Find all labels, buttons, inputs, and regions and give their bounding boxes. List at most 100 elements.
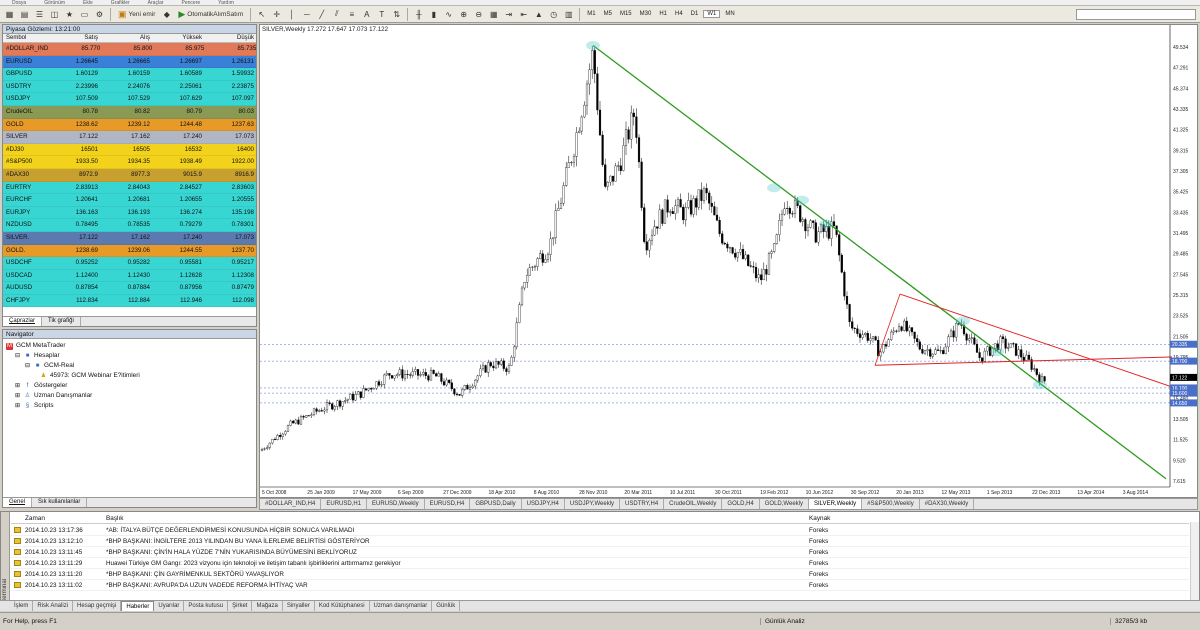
search-input[interactable]: [1076, 9, 1196, 20]
navigator-button[interactable]: ★: [63, 8, 76, 21]
tree-root[interactable]: M GCM MetaTrader: [6, 341, 253, 351]
horizontal-line-tool[interactable]: ─: [300, 8, 313, 21]
tree-server[interactable]: ⊟ ■ GCM-Real: [6, 361, 253, 371]
market-watch-row[interactable]: SILVER. 17.122 17.162 17.240 17.073: [3, 231, 256, 245]
autoscroll-button[interactable]: ⇥: [502, 8, 515, 21]
timeframe-w1[interactable]: W1: [703, 10, 721, 18]
market-watch-row[interactable]: AUDUSD 0.87854 0.87884 0.87956 0.87479: [3, 282, 256, 295]
chart-tab[interactable]: GOLD,Weekly: [760, 499, 809, 509]
arrows-tool[interactable]: ⇅: [390, 8, 403, 21]
terminal-tab[interactable]: Haberler: [121, 601, 155, 611]
market-watch-row[interactable]: EURCHF 1.20641 1.20681 1.20655 1.20555: [3, 194, 256, 207]
autotrade-button[interactable]: ▶ OtomatikAlımSatım: [175, 8, 246, 21]
chart-tab[interactable]: EURUSD,H4: [425, 499, 471, 509]
metaeditor-button[interactable]: ◆: [160, 8, 173, 21]
tree-accounts[interactable]: ⊟ ■ Hesaplar: [6, 351, 253, 361]
market-watch-row[interactable]: #DAX30 8972.9 8977.3 9015.9 8916.9: [3, 168, 256, 182]
col-title[interactable]: Başlık: [106, 514, 809, 523]
tree-account[interactable]: ♟ 45973: GCM Webinar E?itimleri: [6, 371, 253, 381]
tab-crosses[interactable]: Çaprazlar: [3, 317, 43, 326]
chart-tab[interactable]: #DOLLAR_IND,H4: [260, 499, 322, 509]
timeframe-d1[interactable]: D1: [688, 11, 702, 17]
terminal-tab[interactable]: Mağaza: [252, 601, 283, 611]
menu-view[interactable]: Görünüm: [44, 0, 65, 5]
profiles-button[interactable]: ▤: [18, 8, 31, 21]
zoom-out-icon[interactable]: ⊖: [472, 8, 485, 21]
col-bid[interactable]: Satış: [49, 34, 101, 42]
terminal-tab[interactable]: Kod Kütüphanesi: [315, 601, 370, 611]
col-time[interactable]: Zaman: [11, 514, 106, 523]
terminal-tab[interactable]: Günlük: [432, 601, 461, 611]
market-watch-row[interactable]: GOLD 1238.62 1239.12 1244.48 1237.63: [3, 118, 256, 132]
chart-shift-button[interactable]: ⇤: [517, 8, 530, 21]
chart-tab[interactable]: GBPUSD,Daily: [470, 499, 522, 509]
tab-general[interactable]: Genel: [3, 498, 33, 507]
market-watch-row[interactable]: EURTRY 2.83913 2.84043 2.84527 2.83603: [3, 181, 256, 195]
tab-tick-chart[interactable]: Tik grafiği: [42, 317, 81, 326]
chart-tab[interactable]: CrudeOIL,Weekly: [664, 499, 723, 509]
market-watch-row[interactable]: USDJPY 107.509 107.529 107.629 107.097: [3, 93, 256, 106]
market-watch-row[interactable]: EURJPY 136.163 136.193 136.274 135.198: [3, 206, 256, 220]
tab-favorites[interactable]: Sık kullanılanlar: [32, 498, 88, 507]
vertical-line-tool[interactable]: │: [285, 8, 298, 21]
channel-tool[interactable]: ⫽: [330, 8, 343, 21]
timeframe-m30[interactable]: M30: [637, 11, 655, 17]
chart-tab[interactable]: USDJPY,Weekly: [565, 499, 621, 509]
text-tool[interactable]: A: [360, 8, 373, 21]
data-window-button[interactable]: ◫: [48, 8, 61, 21]
chart-tab[interactable]: EURUSD,H1: [321, 499, 368, 509]
news-row[interactable]: 2014.10.23 13:17:36 *AB: İTALYA BÜTÇE DEĞ…: [11, 525, 1189, 536]
chart-tab[interactable]: USDJPY,H4: [522, 499, 565, 509]
market-watch-row[interactable]: #S&P500 1933.50 1934.35 1938.49 1922.00: [3, 156, 256, 169]
tree-experts[interactable]: ⊞ ♙ Uzman Danışmanlar: [6, 391, 253, 401]
label-tool[interactable]: T: [375, 8, 388, 21]
market-watch-row[interactable]: CHFJPY 112.834 112.884 112.946 112.098: [3, 294, 256, 308]
terminal-button[interactable]: ▭: [78, 8, 91, 21]
news-row[interactable]: 2014.10.23 13:12:10 *BHP BAŞKANI: İNGİLTE…: [11, 536, 1189, 547]
chart-tab[interactable]: SILVER,Weekly: [809, 499, 863, 509]
market-watch-row[interactable]: EURUSD 1.26645 1.26665 1.26697 1.26131: [3, 55, 256, 69]
menu-charts[interactable]: Grafikler: [111, 0, 130, 5]
new-order-button[interactable]: ▣ Yeni emir: [115, 8, 158, 21]
tile-windows-button[interactable]: ▦: [487, 8, 500, 21]
col-ask[interactable]: Alış: [101, 34, 153, 42]
timeframe-h1[interactable]: H1: [656, 11, 670, 17]
chart-tab[interactable]: USDTRY,H4: [620, 499, 665, 509]
terminal-tab[interactable]: Sinyaller: [283, 601, 315, 611]
news-row[interactable]: 2014.10.23 13:11:45 *BHP BAŞKANI: ÇİN'İN …: [11, 547, 1189, 558]
chart-tab[interactable]: #S&P500,Weekly: [862, 499, 920, 509]
indicators-button[interactable]: ▲: [532, 8, 545, 21]
market-watch-row[interactable]: SILVER 17.122 17.162 17.240 17.073: [3, 131, 256, 144]
news-scrollbar[interactable]: [1190, 522, 1199, 610]
price-chart[interactable]: 49.534 47.291 45.374 43.335 41.325 39.315 37.3…: [260, 25, 1197, 497]
market-watch-button[interactable]: ☰: [33, 8, 46, 21]
timeframe-mn[interactable]: MN: [722, 11, 737, 17]
menu-tools[interactable]: Araçlar: [148, 0, 164, 5]
timeframe-m5[interactable]: M5: [601, 11, 615, 17]
trendline-tool[interactable]: ╱: [315, 8, 328, 21]
terminal-tab[interactable]: Uzman danışmanlar: [370, 601, 433, 611]
menu-window[interactable]: Pencere: [182, 0, 201, 5]
line-chart-button[interactable]: ∿: [442, 8, 455, 21]
templates-button[interactable]: ▥: [562, 8, 575, 21]
terminal-tab[interactable]: Hesap geçmişi: [73, 601, 122, 611]
col-high[interactable]: Yüksek: [153, 34, 205, 42]
market-watch-row[interactable]: USDTRY 2.23996 2.24076 2.25061 2.23875: [3, 80, 256, 94]
menu-insert[interactable]: Ekle: [83, 0, 93, 5]
market-watch-row[interactable]: GBPUSD 1.60129 1.60159 1.60589 1.59932: [3, 68, 256, 81]
chart-tab[interactable]: #DAX30,Weekly: [920, 499, 975, 509]
news-row[interactable]: 2014.10.23 13:11:02 *BHP BAŞKANI: AVRUPA'…: [11, 580, 1189, 591]
candlestick-button[interactable]: ▮: [427, 8, 440, 21]
news-row[interactable]: 2014.10.23 13:11:20 *BHP BAŞKANI: ÇİN GAY…: [11, 569, 1189, 580]
terminal-tab[interactable]: Şirket: [228, 601, 253, 611]
chart-tab[interactable]: GOLD,H4: [722, 499, 760, 509]
chart-tab[interactable]: EURUSD,Weekly: [367, 499, 425, 509]
terminal-tab[interactable]: Posta kutusu: [184, 601, 229, 611]
tester-button[interactable]: ⚙: [93, 8, 106, 21]
terminal-tab[interactable]: Risk Analizi: [33, 601, 74, 611]
terminal-tab[interactable]: Uyarılar: [154, 601, 185, 611]
cursor-tool[interactable]: ↖: [255, 8, 268, 21]
tree-scripts[interactable]: ⊞ § Scripts: [6, 401, 253, 411]
periods-button[interactable]: ◷: [547, 8, 560, 21]
market-watch-row[interactable]: #DOLLAR_IND 85.770 85.800 85.975 85.735: [3, 43, 256, 56]
